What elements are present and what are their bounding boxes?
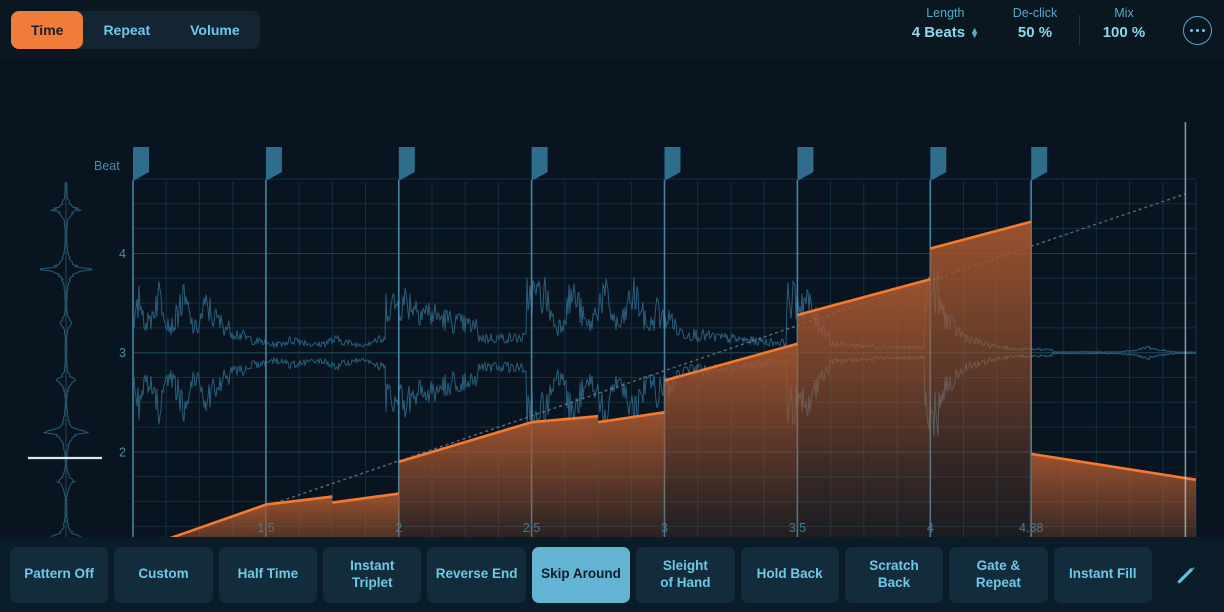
time-machine-editor: Time Repeat Volume Length 4 Beats ▲ ▼ De-click… <box>0 0 1224 612</box>
header-bar: Time Repeat Volume Length 4 Beats ▲ ▼ De-click… <box>0 0 1224 60</box>
time-map-segment-fill <box>797 279 931 537</box>
param-length-value[interactable]: 4 Beats ▲ ▼ <box>912 24 979 41</box>
param-de-click-label: De-click <box>1012 6 1058 20</box>
time-map-segment-fill <box>930 221 1032 537</box>
mode-tab-repeat[interactable]: Repeat <box>83 11 170 49</box>
beat-marker-flag[interactable] <box>797 147 814 181</box>
param-length-label: Length <box>926 6 965 20</box>
header-parameter-group: Length 4 Beats ▲ ▼ De-click 50 % Mix 100 % <box>896 6 1164 54</box>
param-mix-label: Mix <box>1114 6 1134 20</box>
preset-hold-back[interactable]: Hold Back <box>740 546 839 603</box>
time-map-segment-fill <box>531 416 599 537</box>
param-length[interactable]: Length 4 Beats ▲ ▼ <box>896 6 995 41</box>
beat-marker-flag[interactable] <box>531 147 548 181</box>
preset-skip-around[interactable]: Skip Around <box>531 546 631 603</box>
beat-map-graph[interactable]: Beat 12341.522.533.544.38 <box>0 60 1224 537</box>
beat-marker-flag[interactable] <box>265 147 282 181</box>
side-waveform <box>39 181 93 537</box>
y-axis-tick: 3 <box>119 346 126 360</box>
graph-canvas[interactable]: 12341.522.533.544.38 <box>0 60 1224 537</box>
mode-tab-time[interactable]: Time <box>11 11 84 49</box>
x-axis-tick: 4.38 <box>1019 521 1043 535</box>
beat-marker-flag[interactable] <box>664 147 681 181</box>
param-mix-value-text: 100 % <box>1102 24 1146 41</box>
x-axis-tick: 2.5 <box>523 521 540 535</box>
graph-axis-title: Beat <box>94 159 120 173</box>
preset-reverse-end[interactable]: Reverse End <box>427 546 526 603</box>
param-de-click[interactable]: De-click 50 % <box>995 6 1075 41</box>
time-map-segment-fill <box>664 343 798 537</box>
pencil-edit-button[interactable] <box>1158 547 1214 603</box>
x-axis-tick: 2 <box>395 521 402 535</box>
preset-half-time[interactable]: Half Time <box>218 546 318 603</box>
param-de-click-value-text: 50 % <box>1017 24 1053 41</box>
beat-marker-flag[interactable] <box>398 147 415 181</box>
preset-custom[interactable]: Custom <box>114 546 213 603</box>
param-mix-value[interactable]: 100 % <box>1103 24 1146 41</box>
preset-scratch-back[interactable]: Scratch Back <box>844 546 944 603</box>
x-axis-tick: 3.5 <box>789 521 806 535</box>
preset-pattern-off[interactable]: Pattern Off <box>10 546 109 603</box>
preset-toolbar: Pattern Off Custom Half Time Instant Triplet… <box>0 537 1224 612</box>
param-length-value-text: 4 Beats <box>911 24 966 41</box>
preset-instant-fill[interactable]: Instant Fill <box>1053 546 1152 603</box>
mode-tab-volume[interactable]: Volume <box>170 11 260 49</box>
mode-tab-group: Time Repeat Volume <box>11 11 260 49</box>
preset-instant-triplet[interactable]: Instant Triplet <box>323 546 422 603</box>
header-divider <box>1079 15 1080 45</box>
preset-sleight-of-hand[interactable]: Sleight of Hand <box>636 546 735 603</box>
preset-gate-repeat[interactable]: Gate & Repeat <box>949 546 1048 603</box>
beat-marker-flag[interactable] <box>133 147 149 181</box>
ellipsis-circle-icon <box>1190 28 1205 33</box>
more-options-button[interactable] <box>1183 16 1212 45</box>
pencil-edit-icon <box>1177 566 1195 584</box>
y-axis-tick: 4 <box>119 247 126 261</box>
param-de-click-value[interactable]: 50 % <box>1018 24 1052 41</box>
stepper-arrows-icon[interactable]: ▲ ▼ <box>970 25 979 39</box>
time-map-segment-fill <box>598 412 665 537</box>
beat-marker-flag[interactable] <box>1031 147 1048 181</box>
x-axis-tick: 4 <box>927 521 934 535</box>
y-axis-tick: 2 <box>119 446 126 460</box>
side-waveform-right <box>66 181 93 537</box>
beat-marker-flag[interactable] <box>930 147 947 181</box>
x-axis-tick: 1.5 <box>257 521 274 535</box>
side-waveform-left <box>39 181 66 537</box>
param-mix[interactable]: Mix 100 % <box>1084 6 1164 41</box>
x-axis-tick: 3 <box>661 521 668 535</box>
